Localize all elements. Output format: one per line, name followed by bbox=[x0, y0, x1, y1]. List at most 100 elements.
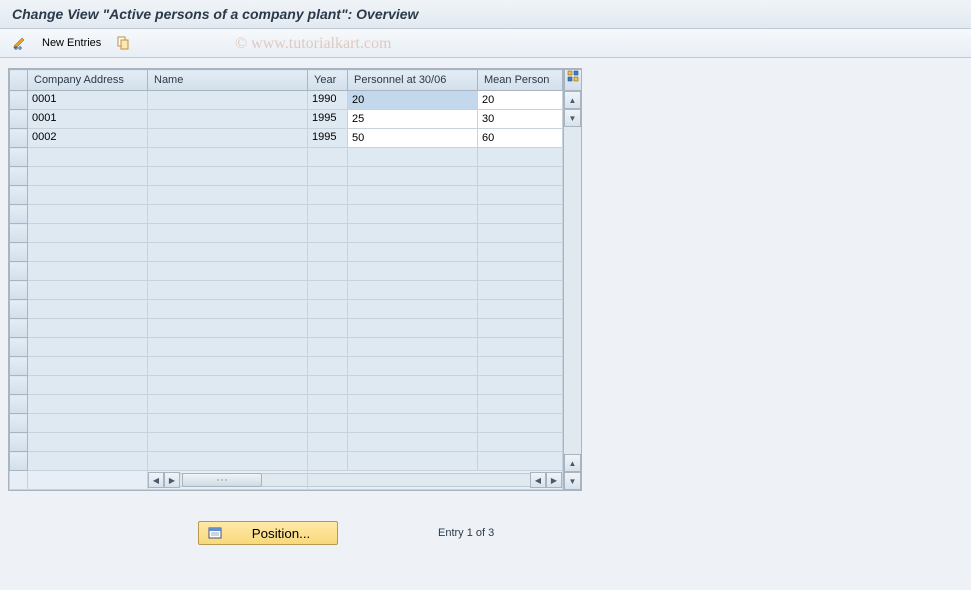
cell-mean-input[interactable] bbox=[478, 91, 562, 109]
cell-personnel[interactable] bbox=[348, 205, 477, 223]
table-config-button[interactable] bbox=[564, 69, 582, 91]
new-entries-button[interactable]: New Entries bbox=[38, 35, 105, 51]
cell-name[interactable] bbox=[148, 205, 307, 223]
position-button[interactable]: Position... bbox=[198, 521, 338, 545]
cell-company[interactable] bbox=[28, 319, 147, 337]
cell-personnel[interactable] bbox=[348, 224, 477, 242]
cell-personnel[interactable] bbox=[348, 338, 477, 356]
cell-name[interactable] bbox=[148, 91, 307, 109]
cell-mean[interactable] bbox=[478, 452, 562, 470]
cell-name[interactable] bbox=[148, 167, 307, 185]
scroll-down-button[interactable]: ▼ bbox=[564, 109, 581, 127]
cell-name[interactable] bbox=[148, 110, 307, 128]
cell-personnel-input[interactable] bbox=[348, 110, 477, 128]
cell-personnel[interactable] bbox=[348, 433, 477, 451]
cell-year[interactable]: 1990 bbox=[308, 91, 347, 109]
row-selector[interactable] bbox=[10, 91, 28, 110]
cell-year[interactable] bbox=[308, 224, 347, 242]
cell-personnel[interactable] bbox=[348, 395, 477, 413]
cell-name[interactable] bbox=[148, 433, 307, 451]
cell-mean[interactable] bbox=[478, 186, 562, 204]
cell-company[interactable] bbox=[28, 414, 147, 432]
hscroll-left-button[interactable]: ◀ bbox=[148, 472, 164, 488]
cell-year[interactable] bbox=[308, 167, 347, 185]
row-selector[interactable] bbox=[10, 433, 28, 452]
cell-mean[interactable] bbox=[478, 433, 562, 451]
cell-year[interactable]: 1995 bbox=[308, 110, 347, 128]
cell-mean[interactable] bbox=[478, 224, 562, 242]
cell-year[interactable] bbox=[308, 300, 347, 318]
cell-company[interactable]: 0001 bbox=[28, 110, 147, 128]
col-header-name[interactable]: Name bbox=[148, 70, 308, 91]
cell-personnel[interactable] bbox=[348, 452, 477, 470]
cell-year[interactable]: 1995 bbox=[308, 129, 347, 147]
cell-personnel[interactable] bbox=[348, 300, 477, 318]
cell-mean[interactable] bbox=[478, 319, 562, 337]
cell-personnel[interactable] bbox=[348, 243, 477, 261]
row-selector[interactable] bbox=[10, 110, 28, 129]
cell-year[interactable] bbox=[308, 281, 347, 299]
cell-company[interactable] bbox=[28, 300, 147, 318]
cell-name[interactable] bbox=[148, 186, 307, 204]
cell-mean[interactable] bbox=[478, 357, 562, 375]
cell-mean[interactable] bbox=[478, 148, 562, 166]
cell-name[interactable] bbox=[148, 414, 307, 432]
cell-year[interactable] bbox=[308, 186, 347, 204]
cell-name[interactable] bbox=[148, 319, 307, 337]
row-selector[interactable] bbox=[10, 224, 28, 243]
row-selector[interactable] bbox=[10, 167, 28, 186]
cell-mean[interactable] bbox=[478, 205, 562, 223]
cell-company[interactable] bbox=[28, 167, 147, 185]
row-selector[interactable] bbox=[10, 205, 28, 224]
cell-mean[interactable] bbox=[478, 414, 562, 432]
cell-mean[interactable] bbox=[478, 281, 562, 299]
hscroll-right2-button[interactable]: ▶ bbox=[546, 472, 562, 488]
hscroll-track-right[interactable] bbox=[308, 473, 530, 487]
row-selector[interactable] bbox=[10, 395, 28, 414]
cell-company[interactable] bbox=[28, 376, 147, 394]
cell-year[interactable] bbox=[308, 205, 347, 223]
row-selector[interactable] bbox=[10, 414, 28, 433]
cell-mean[interactable] bbox=[478, 300, 562, 318]
col-header-personnel[interactable]: Personnel at 30/06 bbox=[348, 70, 478, 91]
cell-name[interactable] bbox=[148, 395, 307, 413]
cell-name[interactable] bbox=[148, 243, 307, 261]
cell-company[interactable] bbox=[28, 148, 147, 166]
cell-company[interactable] bbox=[28, 224, 147, 242]
row-selector-header[interactable] bbox=[10, 70, 28, 91]
cell-name[interactable] bbox=[148, 452, 307, 470]
row-selector[interactable] bbox=[10, 243, 28, 262]
row-selector[interactable] bbox=[10, 376, 28, 395]
hscroll-right-button[interactable]: ▶ bbox=[164, 472, 180, 488]
cell-personnel[interactable] bbox=[348, 281, 477, 299]
cell-company[interactable] bbox=[28, 452, 147, 470]
cell-name[interactable] bbox=[148, 281, 307, 299]
cell-company[interactable] bbox=[28, 205, 147, 223]
cell-mean[interactable] bbox=[478, 243, 562, 261]
cell-name[interactable] bbox=[148, 300, 307, 318]
cell-company[interactable] bbox=[28, 433, 147, 451]
cell-year[interactable] bbox=[308, 319, 347, 337]
cell-year[interactable] bbox=[308, 376, 347, 394]
row-selector[interactable] bbox=[10, 357, 28, 376]
row-selector[interactable] bbox=[10, 148, 28, 167]
row-selector[interactable] bbox=[10, 281, 28, 300]
cell-company[interactable]: 0001 bbox=[28, 91, 147, 109]
cell-personnel-input[interactable] bbox=[348, 129, 477, 147]
cell-year[interactable] bbox=[308, 414, 347, 432]
cell-company[interactable] bbox=[28, 395, 147, 413]
hscroll-thumb[interactable] bbox=[182, 473, 262, 487]
row-selector[interactable] bbox=[10, 129, 28, 148]
cell-personnel[interactable] bbox=[348, 414, 477, 432]
cell-mean[interactable] bbox=[478, 395, 562, 413]
cell-personnel[interactable] bbox=[348, 148, 477, 166]
cell-name[interactable] bbox=[148, 376, 307, 394]
scroll-up2-button[interactable]: ▲ bbox=[564, 454, 581, 472]
row-selector[interactable] bbox=[10, 262, 28, 281]
cell-year[interactable] bbox=[308, 243, 347, 261]
row-selector[interactable] bbox=[10, 452, 28, 471]
cell-company[interactable] bbox=[28, 338, 147, 356]
cell-personnel[interactable] bbox=[348, 262, 477, 280]
row-selector[interactable] bbox=[10, 300, 28, 319]
scroll-track[interactable] bbox=[564, 127, 581, 454]
